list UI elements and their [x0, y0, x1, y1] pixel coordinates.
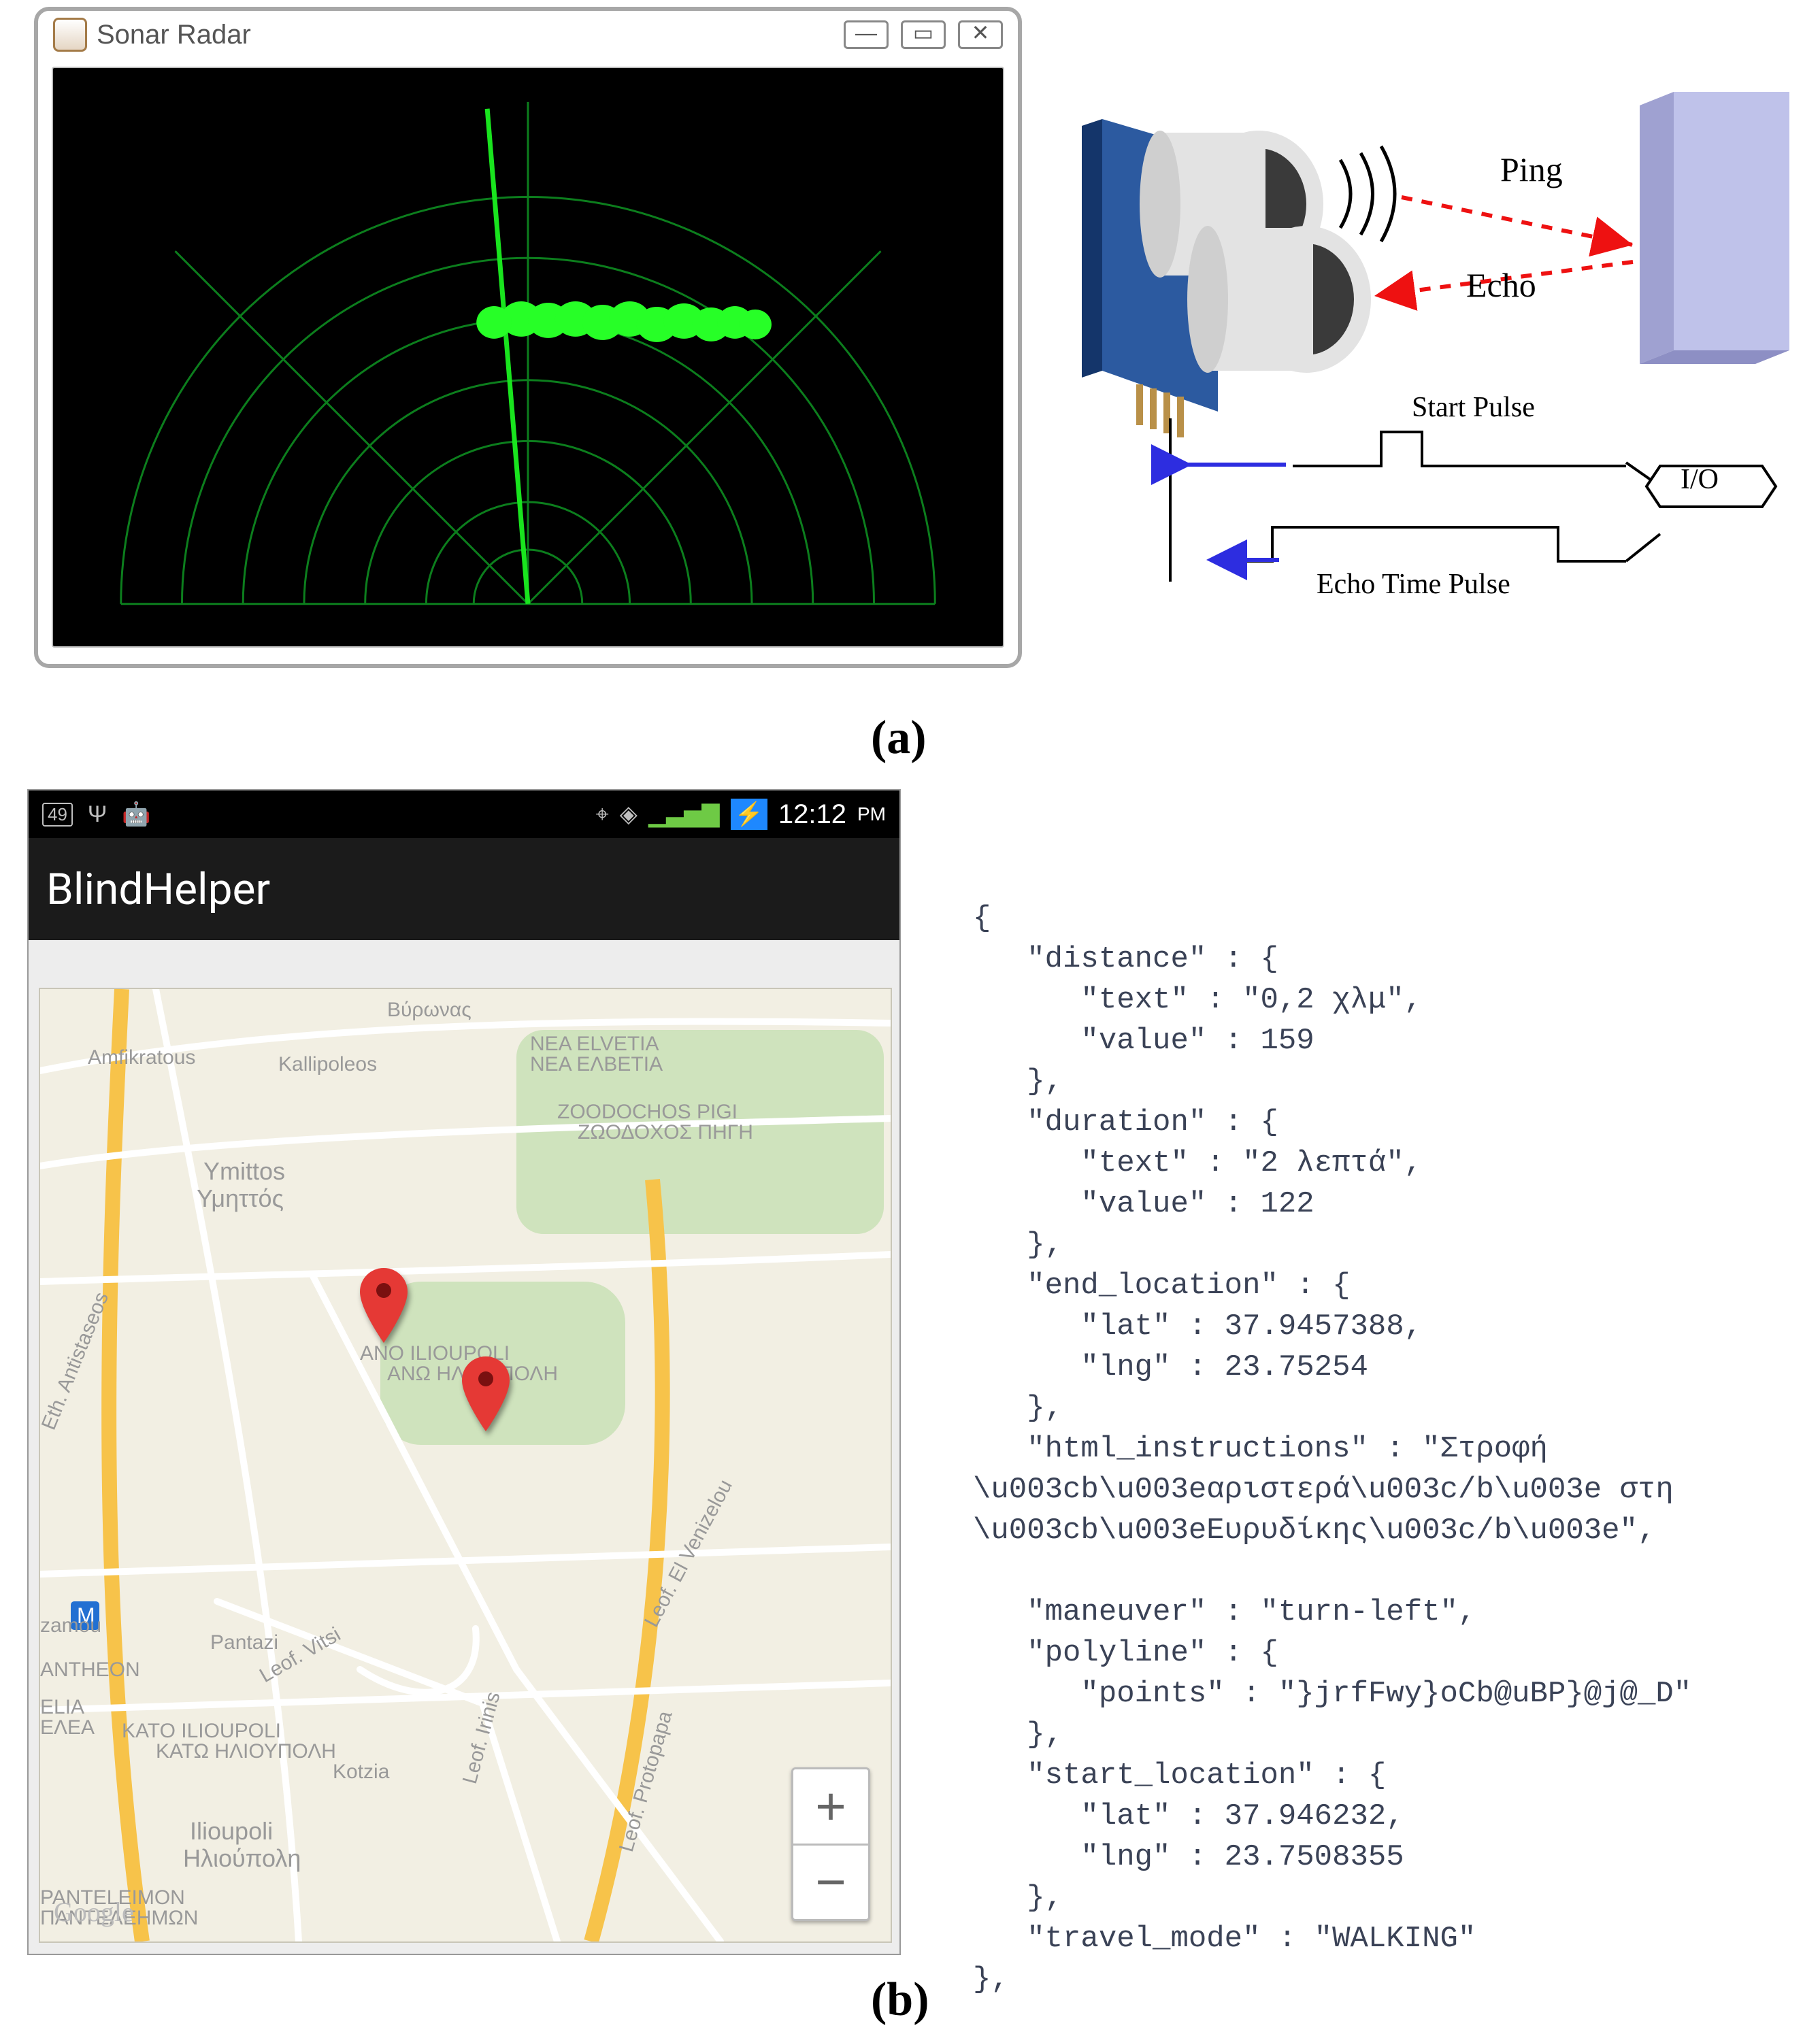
map-attribution: Google [54, 1896, 134, 1928]
svg-text:ΕΛΕΑ: ΕΛΕΑ [40, 1716, 95, 1739]
clock-time: 12:12 [778, 799, 846, 830]
svg-text:ZOODOCHOS PIGI: ZOODOCHOS PIGI [557, 1101, 738, 1123]
window-title: Sonar Radar [97, 20, 251, 50]
svg-text:Leof. Irinis: Leof. Irinis [459, 1690, 505, 1786]
svg-text:KATO ILIOUPOLI: KATO ILIOUPOLI [122, 1720, 281, 1742]
svg-text:NEA ELVETIA: NEA ELVETIA [530, 1033, 659, 1055]
clock-ampm: PM [857, 803, 886, 825]
map-marker-b[interactable] [462, 1356, 510, 1431]
usb-icon: Ψ [88, 801, 107, 828]
minimize-button[interactable]: — [844, 20, 889, 49]
map-view[interactable]: M Βύρωνας NEA ELVETIA ΝΕΑ ΕΛΒΕΤΙΑ ZOODOC… [39, 988, 892, 1943]
android-statusbar: 49 Ψ 🤖 ⌖ ◈ ▁▃▅▇ ⚡ 12:12 PM [29, 790, 899, 838]
app-title: BlindHelper [29, 838, 899, 940]
ping-label: Ping [1500, 150, 1563, 189]
svg-text:ΖΩΟΔΟΧΟΣ ΠΗΓΗ: ΖΩΟΔΟΧΟΣ ΠΗΓΗ [578, 1121, 753, 1144]
caption-a: (a) [871, 711, 927, 765]
sonar-radar-window: Sonar Radar — ▭ ✕ [34, 7, 1022, 668]
label-vyronas: Βύρωνας [387, 999, 471, 1021]
wifi-icon: ◈ [620, 801, 638, 828]
svg-text:Kotzia: Kotzia [333, 1761, 390, 1783]
close-button[interactable]: ✕ [958, 20, 1003, 49]
signal-icon: ▁▃▅▇ [648, 801, 720, 828]
caption-b: (b) [871, 1973, 929, 2027]
bluetooth-icon: ⌖ [596, 801, 609, 828]
echo-label: Echo [1466, 265, 1536, 305]
svg-text:ΚΑΤΩ ΗΛΙΟΥΠΟΛΗ: ΚΑΤΩ ΗΛΙΟΥΠΟΛΗ [156, 1740, 336, 1763]
battery-icon: 49 [42, 803, 73, 827]
zoom-out-button[interactable]: − [793, 1846, 868, 1920]
zoom-control[interactable]: + − [791, 1767, 870, 1921]
svg-text:Ymittos: Ymittos [203, 1157, 285, 1185]
directions-json: { "distance" : { "text" : "0,2 χλμ", "va… [973, 898, 1789, 2000]
echo-time-pulse-label: Echo Time Pulse [1317, 568, 1510, 601]
map-marker-a[interactable] [360, 1268, 408, 1343]
android-robot-icon: 🤖 [122, 801, 150, 828]
svg-text:Υμηττός: Υμηττός [197, 1184, 284, 1212]
svg-text:zamou: zamou [40, 1614, 101, 1637]
svg-text:ANTHEON: ANTHEON [40, 1658, 140, 1681]
radar-display [52, 67, 1004, 648]
svg-text:Pantazi: Pantazi [210, 1631, 278, 1654]
phone-mockup: 49 Ψ 🤖 ⌖ ◈ ▁▃▅▇ ⚡ 12:12 PM BlindHelper [27, 789, 901, 1955]
battery-charge-icon: ⚡ [731, 799, 767, 830]
start-pulse-label: Start Pulse [1412, 391, 1535, 424]
svg-text:Ilioupoli: Ilioupoli [190, 1817, 273, 1845]
io-label: I/O [1681, 463, 1719, 496]
window-titlebar[interactable]: Sonar Radar — ▭ ✕ [38, 11, 1018, 59]
maximize-button[interactable]: ▭ [901, 20, 946, 49]
java-coffee-icon [53, 18, 87, 52]
svg-text:ΝΕΑ ΕΛΒΕΤΙΑ: ΝΕΑ ΕΛΒΕΤΙΑ [530, 1053, 663, 1076]
ultrasonic-diagram: Ping Echo Start Pulse Echo Time Pulse I/… [1082, 92, 1789, 609]
svg-text:Kallipoleos: Kallipoleos [278, 1053, 377, 1076]
svg-text:ELIA: ELIA [40, 1696, 84, 1718]
svg-text:Amfikratous: Amfikratous [88, 1046, 195, 1069]
svg-text:Ηλιούπολη: Ηλιούπολη [183, 1844, 301, 1872]
zoom-in-button[interactable]: + [793, 1769, 868, 1846]
